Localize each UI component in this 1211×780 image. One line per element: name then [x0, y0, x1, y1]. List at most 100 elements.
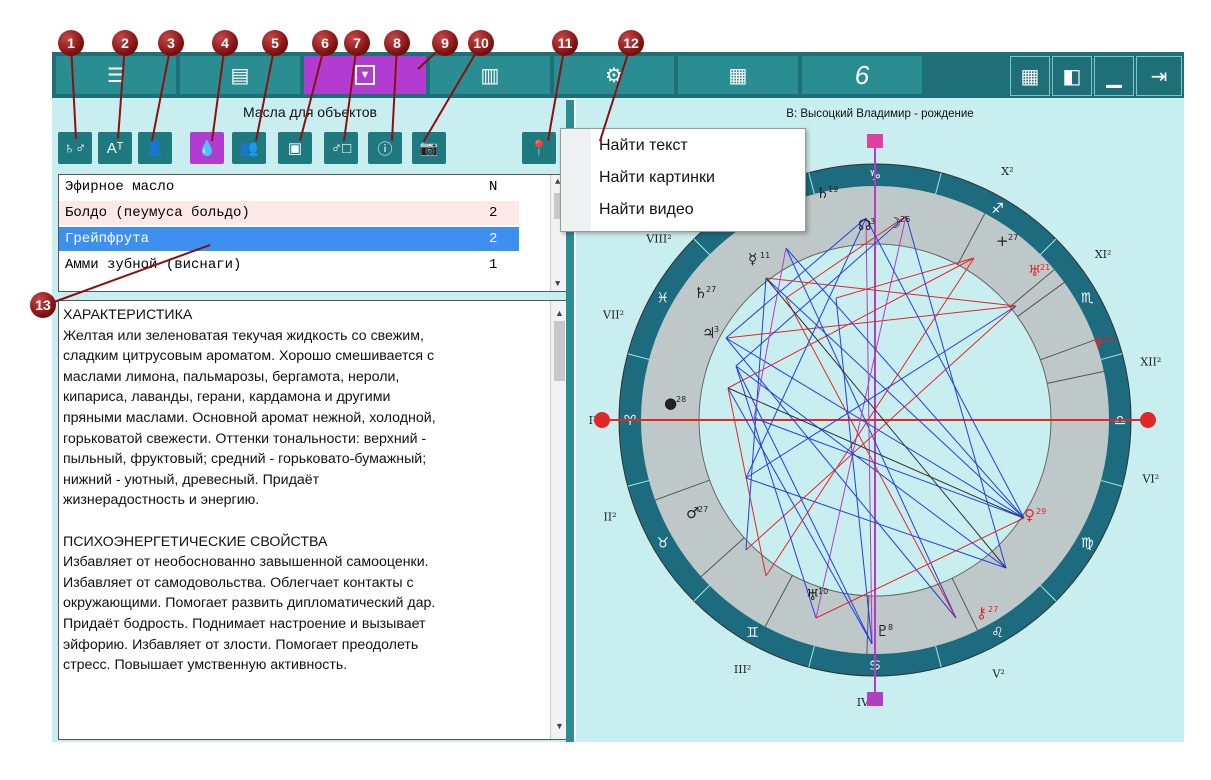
- letters-button[interactable]: Aᵀ: [98, 132, 132, 164]
- toolbar-panel-button[interactable]: ◧: [1052, 56, 1092, 96]
- planet-degree: 27: [988, 605, 998, 614]
- planet-degree: 11: [760, 251, 770, 260]
- people-button[interactable]: 👥: [232, 132, 266, 164]
- info-button[interactable]: ⓘ: [368, 132, 402, 164]
- row-n: 2: [489, 231, 498, 247]
- zodiac-sign: ♐: [991, 201, 1004, 217]
- callout-marker: 12: [618, 30, 644, 56]
- planet-degree: 26: [900, 215, 910, 224]
- toolbar-exit-button[interactable]: ⇥: [1136, 56, 1182, 96]
- zodiac-sign: ♓: [657, 291, 670, 307]
- description-line: маслами лимона, пальмарозы, бергамота, н…: [63, 368, 400, 385]
- table-row-selected[interactable]: Грейпфрута 2: [59, 227, 519, 251]
- callout-marker: 4: [212, 30, 238, 56]
- description-line: пряными маслами. Основной аромат нежной,…: [63, 409, 436, 426]
- house-label: XI²: [1095, 248, 1112, 261]
- description-text: ХАРАКТЕРИСТИКА Желтая или зеленоватая тек…: [58, 300, 570, 740]
- drop-screen-button[interactable]: ▣: [278, 132, 312, 164]
- search-pin-icon: 📍: [529, 140, 549, 157]
- callout-marker: 7: [344, 30, 370, 56]
- planet-degree: 21: [1104, 335, 1114, 344]
- callout-marker: 5: [262, 30, 288, 56]
- callout-marker: 2: [112, 30, 138, 56]
- description-line: жизнерадостность и энергию.: [63, 492, 260, 509]
- section-heading: ХАРАКТЕРИСТИКА: [63, 307, 193, 323]
- callout-marker: 11: [552, 30, 578, 56]
- oils-drop-button[interactable]: 💧: [190, 132, 224, 164]
- toolbar-cards-button[interactable]: ▤: [180, 56, 300, 94]
- callout-marker: 13: [30, 292, 56, 318]
- cards-icon: ▤: [230, 64, 250, 87]
- description-line: эйфорию. Избавляет от злости. Помогает п…: [63, 636, 419, 653]
- asc-marker: [594, 412, 610, 428]
- section-heading: ПСИХОЭНЕРГЕТИЧЕСКИЕ СВОЙСТВА: [63, 533, 328, 550]
- scroll-thumb[interactable]: [554, 321, 565, 381]
- table-header: Эфирное масло N: [59, 175, 519, 199]
- zodiac-sign: ♌: [991, 625, 1004, 641]
- callout-marker: 10: [468, 30, 494, 56]
- menu-gutter: [561, 129, 591, 231]
- planet-degree: 27: [698, 505, 708, 514]
- toolbar-settings-button[interactable]: ⚙: [554, 56, 674, 94]
- house-label: X²: [1001, 165, 1013, 178]
- symbols-button[interactable]: ♂□: [324, 132, 358, 164]
- dsc-marker: [1140, 412, 1156, 428]
- table-row[interactable]: Болдо (пеумуса больдо) 2: [59, 201, 519, 225]
- mc-marker: [867, 134, 883, 148]
- menu-item-find-text[interactable]: Найти текст: [599, 137, 688, 155]
- callout-marker: 8: [384, 30, 410, 56]
- house-label: VII²: [602, 308, 624, 321]
- zodiac-sign: ♉: [657, 536, 670, 552]
- search-pin-button[interactable]: 📍: [522, 132, 556, 164]
- context-menu: Найти текст Найти картинки Найти видео: [560, 128, 806, 232]
- toolbar-grid-button[interactable]: ▦: [1010, 56, 1050, 96]
- toolbar-dropdown-button[interactable]: ▼: [304, 56, 426, 94]
- people-icon: 👥: [239, 140, 259, 157]
- description-line: окружающими. Помогает развить дипломатич…: [63, 595, 436, 612]
- house-label: II²: [603, 510, 616, 523]
- grid-icon: ▦: [1020, 65, 1040, 88]
- camera-icon: 📷: [419, 140, 439, 157]
- minimize-icon: ▁: [1106, 65, 1122, 88]
- symbols-icon: ♂□: [330, 139, 352, 157]
- menu-item-find-images[interactable]: Найти картинки: [599, 169, 715, 187]
- description-line: кипариса, лаванды, герани, кардамона и д…: [63, 389, 391, 406]
- planet-degree: 29: [1036, 507, 1046, 516]
- drop-screen-icon: ▣: [287, 140, 303, 157]
- planets-icon: ♄♂: [63, 139, 87, 157]
- panel-icon: ◧: [1062, 65, 1082, 88]
- description-line: Придаёт бодрость. Поднимает настроение и…: [63, 615, 426, 632]
- person-book-button[interactable]: 👤: [138, 132, 172, 164]
- planet-glyph: ⚷: [976, 604, 987, 622]
- calculator-icon: ▦: [728, 64, 748, 87]
- logo-6-icon: 6: [854, 59, 870, 90]
- house-label: V²: [991, 667, 1004, 680]
- planet-degree: 3: [870, 217, 875, 226]
- toolbar-calculator-button[interactable]: ▦: [678, 56, 798, 94]
- document-icon: ▥: [480, 64, 500, 87]
- letters-icon: Aᵀ: [106, 139, 124, 157]
- scroll-down-icon: ▼: [555, 279, 561, 289]
- toolbar-document-button[interactable]: ▥: [430, 56, 550, 94]
- oils-panel: Масла для объектов ♄♂ Aᵀ 👤 💧 👥 ▣ ♂□ ⓘ 📷 …: [52, 98, 570, 742]
- description-body: ХАРАКТЕРИСТИКА Желтая или зеленоватая тек…: [63, 305, 545, 676]
- camera-button[interactable]: 📷: [412, 132, 446, 164]
- house-label: VI²: [1141, 473, 1159, 486]
- ic-marker: [867, 692, 883, 706]
- menu-item-find-video[interactable]: Найти видео: [599, 201, 694, 219]
- description-line: пыльный, фруктовый; средний - горьковато…: [63, 451, 427, 468]
- scroll-down-icon: ▼: [555, 721, 564, 732]
- callout-marker: 6: [312, 30, 338, 56]
- drop-icon: 💧: [197, 140, 217, 157]
- toolbar-logo-button[interactable]: 6: [802, 56, 922, 94]
- description-line: нижний - уютный, древесный. Придаёт: [63, 471, 320, 488]
- callout-marker: 1: [58, 30, 84, 56]
- zodiac-sign: ♏: [1081, 291, 1094, 307]
- zodiac-sign: ♊: [746, 625, 759, 641]
- exit-icon: ⇥: [1150, 65, 1168, 88]
- house-label: VIII²: [645, 233, 671, 246]
- toolbar-minimize-button[interactable]: ▁: [1094, 56, 1134, 96]
- dropdown-square-icon: ▼: [355, 65, 375, 85]
- panel-title: Масла для объектов: [243, 104, 377, 120]
- header-oil: Эфирное масло: [65, 179, 175, 195]
